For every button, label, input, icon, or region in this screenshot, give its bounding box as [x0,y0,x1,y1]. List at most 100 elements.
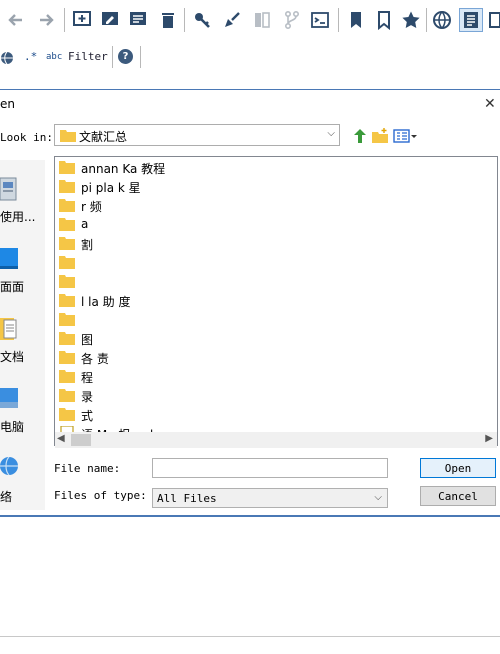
scroll-thumb[interactable] [71,434,91,446]
toolbar-divider [338,8,339,32]
place-documents[interactable]: 文档 [0,310,45,370]
file-list[interactable]: annan Ka 教程 pi pla k 星 r 频 a 割 l la 助 度 … [54,156,498,446]
clean-brush-icon[interactable] [220,8,244,32]
cancel-button[interactable]: Cancel [420,486,496,506]
filter-label[interactable]: Filter [68,50,108,63]
list-item[interactable]: annan Ka 教程 [57,159,477,177]
chevron-down-icon: ⌵ [327,128,335,139]
list-item[interactable]: a [57,216,477,234]
up-folder-icon[interactable] [352,128,368,144]
add-comment-icon[interactable] [70,8,94,32]
main-toolbar [0,0,500,40]
list-item[interactable]: 式 [57,406,477,424]
folder-icon [59,218,75,231]
bookmark-icon[interactable] [344,8,368,32]
look-in-label: Look in: [0,131,53,144]
place-computer[interactable]: 电脑 [0,380,45,440]
place-label: 络 [0,490,13,504]
place-label: 面面 [0,280,25,294]
toolbar-divider [184,8,185,32]
chevron-down-icon: ⌵ [374,492,382,503]
toolbar-divider [426,8,427,32]
list-item[interactable] [57,311,477,329]
folder-icon [59,161,75,174]
place-label: 文档 [0,350,25,364]
file-type-select[interactable]: All Files ⌵ [152,488,388,508]
place-desktop[interactable]: 面面 [0,240,45,300]
folder-icon [59,389,75,402]
network-icon [0,456,18,476]
edit-comment-icon[interactable] [98,8,122,32]
folder-icon [59,256,75,269]
file-type-label: Files of type: [54,489,147,502]
filter-bar: .* abc Filter ? [0,44,500,72]
regex-toggle-icon[interactable]: .* [24,50,37,63]
folder-icon [60,130,76,142]
bookmark-outline-icon[interactable] [372,8,396,32]
list-item[interactable] [57,254,477,272]
scroll-right-icon[interactable]: ▶ [485,433,493,444]
comment-list-icon[interactable] [126,8,150,32]
list-item[interactable]: r 频 [57,197,477,215]
folder-icon [59,237,75,250]
folder-icon [59,370,75,383]
place-label: 使用... [0,210,36,224]
filterbar-divider [140,46,141,68]
list-item[interactable]: 割 [57,235,477,253]
places-sidebar: 使用... 面面 文档 电脑 络 [0,160,45,510]
console-icon[interactable] [308,8,332,32]
globe-icon[interactable] [430,8,454,32]
back-arrow-icon[interactable] [4,8,28,32]
dialog-titlebar: en ✕ [0,90,500,120]
folder-icon [59,313,75,326]
documents-icon [0,318,17,340]
folder-icon [59,332,75,345]
overflow-icon[interactable] [488,8,500,32]
list-item[interactable]: 录 [57,387,477,405]
desktop-icon [0,248,18,269]
branch-icon[interactable] [280,8,304,32]
folder-icon [59,294,75,307]
place-label: 电脑 [0,420,25,434]
open-button[interactable]: Open [420,458,496,478]
recent-places-icon [0,177,17,201]
star-icon[interactable] [399,8,423,32]
current-folder-label: 文献汇总 [79,130,128,144]
dialog-title: en [0,97,15,111]
case-toggle-icon[interactable]: abc [46,52,62,62]
folder-icon [59,275,75,288]
help-icon[interactable]: ? [118,49,133,64]
folder-icon [59,351,75,364]
file-type-value: All Files [157,492,217,505]
forward-arrow-icon[interactable] [34,8,58,32]
list-item[interactable]: 图 [57,330,477,348]
filterbar-divider [112,46,113,68]
trash-icon[interactable] [156,8,180,32]
view-menu-icon[interactable] [393,128,417,144]
folder-icon [59,408,75,421]
new-folder-icon[interactable] [372,128,388,144]
globe-small-icon[interactable] [0,50,14,65]
horizontal-scrollbar[interactable]: ◀ ▶ [55,432,497,448]
list-item[interactable]: l la 助 度 [57,292,477,310]
bottom-divider [0,636,500,637]
toolbar-divider [64,8,65,32]
list-item[interactable]: 各 责 [57,349,477,367]
scroll-left-icon[interactable]: ◀ [57,433,65,444]
key-icon[interactable] [190,8,214,32]
list-item[interactable] [57,273,477,291]
file-name-input[interactable] [152,458,388,478]
folder-icon [59,180,75,193]
list-item[interactable]: 程 [57,368,477,386]
open-file-dialog: en ✕ Look in: 文献汇总 ⌵ 使用... 面面 文档 电脑 络 an… [0,89,500,517]
document-view-icon[interactable] [459,8,483,32]
list-item[interactable]: pi pla k 星 [57,178,477,196]
place-network[interactable]: 络 [0,450,45,510]
file-name-label: File name: [54,462,121,475]
close-icon[interactable]: ✕ [484,96,496,112]
computer-icon [0,388,18,408]
place-recent[interactable]: 使用... [0,170,45,230]
look-in-combo[interactable]: 文献汇总 ⌵ [54,124,340,146]
split-view-icon[interactable] [250,8,274,32]
folder-icon [59,199,75,212]
